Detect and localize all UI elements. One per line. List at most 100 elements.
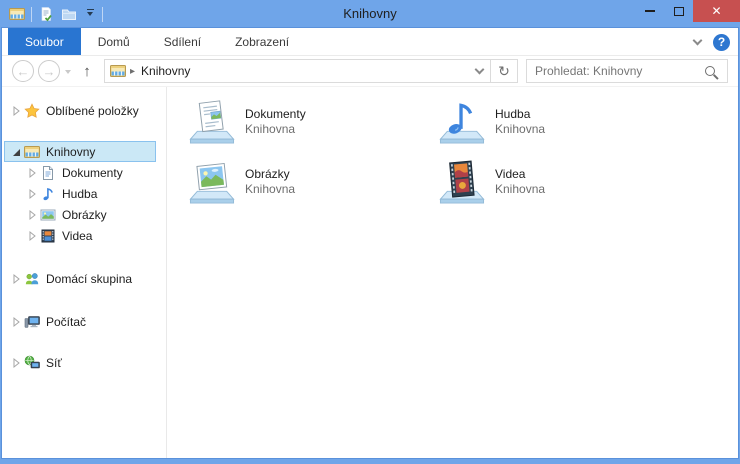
sidebar-item-oblibene-polozky[interactable]: Oblíbené položky [4, 100, 156, 121]
star-icon [24, 103, 40, 119]
up-icon: ↑ [83, 63, 91, 80]
sidebar-item-label: Hudba [62, 187, 97, 201]
close-icon: ✕ [711, 4, 721, 18]
library-item-hudba[interactable]: Hudba Knihovna [438, 99, 688, 159]
breadcrumb-libraries-icon [110, 63, 126, 79]
maximize-icon [674, 7, 684, 16]
search-input[interactable] [527, 64, 705, 78]
help-button[interactable]: ? [713, 34, 730, 51]
network-icon [24, 355, 40, 371]
pictures-library-icon [188, 159, 236, 206]
sidebar-item-sit[interactable]: Síť [4, 352, 156, 373]
minimize-button[interactable] [635, 0, 664, 22]
sidebar-item-label: Počítač [46, 315, 86, 329]
tab-zobrazeni[interactable]: Zobrazení [218, 28, 306, 55]
separator [31, 7, 32, 22]
customize-toolbar-dropdown-icon[interactable] [83, 9, 97, 20]
sidebar-item-label: Síť [46, 356, 62, 370]
collapsed-arrow-icon[interactable] [9, 357, 22, 369]
library-item-name: Videa [495, 167, 545, 182]
video-icon [40, 228, 56, 244]
library-item-dokumenty[interactable]: Dokumenty Knihovna [188, 99, 438, 159]
library-item-name: Hudba [495, 107, 545, 122]
sidebar-item-label: Videa [62, 229, 92, 243]
sidebar-item-knihovny[interactable]: Knihovny [4, 141, 156, 162]
library-item-type: Knihovna [245, 122, 306, 137]
refresh-button[interactable]: ↻ [491, 60, 517, 82]
collapsed-arrow-icon[interactable] [9, 105, 22, 117]
address-bar[interactable]: ▸ Knihovny ↻ [104, 59, 518, 83]
computer-icon [24, 314, 40, 330]
sidebar-item-label: Oblíbené položky [46, 104, 139, 118]
back-icon: ← [17, 64, 30, 79]
sidebar-item-pocitac[interactable]: Počítač [4, 311, 156, 332]
sidebar-item-obrazky[interactable]: Obrázky [4, 204, 156, 225]
documents-library-icon [188, 99, 236, 146]
forward-icon: → [43, 64, 56, 79]
collapsed-arrow-icon[interactable] [25, 230, 38, 242]
chevron-down-icon [65, 70, 71, 77]
explorer-window: Knihovny ✕ Soubor Domů Sdílení Zobrazení… [0, 0, 740, 464]
library-item-videa[interactable]: Videa Knihovna [438, 159, 688, 219]
file-list-area[interactable]: Dokumenty Knihovna Hudba [167, 87, 738, 458]
window-controls: ✕ [635, 0, 740, 22]
quick-access-toolbar [8, 5, 103, 23]
sidebar-item-dokumenty[interactable]: Dokumenty [4, 162, 156, 183]
collapsed-arrow-icon[interactable] [25, 167, 38, 179]
window-libraries-icon [8, 5, 26, 23]
breadcrumb-location[interactable]: Knihovny [141, 64, 190, 78]
close-button[interactable]: ✕ [693, 0, 740, 22]
collapsed-arrow-icon[interactable] [25, 188, 38, 200]
homegroup-icon [24, 271, 40, 287]
sidebar-item-label: Dokumenty [62, 166, 123, 180]
maximize-button[interactable] [664, 0, 693, 22]
expand-ribbon-chevron-icon[interactable] [693, 35, 703, 45]
music-icon [40, 186, 56, 202]
navigation-bar: ← → ↑ ▸ Knihovny ↻ [2, 56, 738, 87]
collapsed-arrow-icon[interactable] [9, 273, 22, 285]
videos-library-icon [438, 159, 486, 206]
library-item-name: Dokumenty [245, 107, 306, 122]
sidebar-item-hudba[interactable]: Hudba [4, 183, 156, 204]
library-item-type: Knihovna [495, 182, 545, 197]
back-button[interactable]: ← [12, 60, 34, 82]
expanded-arrow-icon[interactable] [9, 146, 22, 158]
collapsed-arrow-icon[interactable] [25, 209, 38, 221]
sidebar-item-label: Knihovny [46, 145, 95, 159]
separator [102, 7, 103, 22]
properties-icon[interactable] [37, 5, 55, 23]
titlebar[interactable]: Knihovny ✕ [0, 0, 740, 28]
library-item-obrazky[interactable]: Obrázky Knihovna [188, 159, 438, 219]
tab-soubor[interactable]: Soubor [8, 28, 81, 55]
forward-button[interactable]: → [38, 60, 60, 82]
library-item-type: Knihovna [495, 122, 545, 137]
library-item-name: Obrázky [245, 167, 295, 182]
tab-sdileni[interactable]: Sdílení [147, 28, 218, 55]
picture-icon [40, 207, 56, 223]
tab-domu[interactable]: Domů [81, 28, 147, 55]
search-icon[interactable] [705, 66, 715, 76]
libraries-icon [24, 144, 40, 160]
window-frame: Soubor Domů Sdílení Zobrazení ? ← → ↑ ▸ … [2, 28, 738, 458]
collapsed-arrow-icon[interactable] [9, 316, 22, 328]
sidebar-item-videa[interactable]: Videa [4, 225, 156, 246]
library-item-type: Knihovna [245, 182, 295, 197]
navigation-pane: Oblíbené položky Knihovny [2, 87, 167, 458]
address-dropdown-button[interactable] [468, 60, 490, 82]
help-icon: ? [718, 35, 725, 49]
window-title: Knihovny [343, 0, 396, 28]
refresh-icon: ↻ [498, 63, 510, 79]
ribbon-tab-row: Soubor Domů Sdílení Zobrazení ? [2, 28, 738, 56]
sidebar-item-label: Domácí skupina [46, 272, 132, 286]
minimize-icon [645, 10, 655, 12]
document-icon [40, 165, 56, 181]
search-box [526, 59, 728, 83]
sidebar-item-domaci-skupina[interactable]: Domácí skupina [4, 268, 156, 289]
recent-locations-dropdown[interactable] [62, 66, 74, 77]
new-folder-icon[interactable] [60, 5, 78, 23]
sidebar-item-label: Obrázky [62, 208, 107, 222]
music-library-icon [438, 99, 486, 146]
up-button[interactable]: ↑ [76, 63, 98, 80]
breadcrumb-arrow-icon[interactable]: ▸ [130, 66, 135, 77]
chevron-down-icon [474, 64, 484, 74]
